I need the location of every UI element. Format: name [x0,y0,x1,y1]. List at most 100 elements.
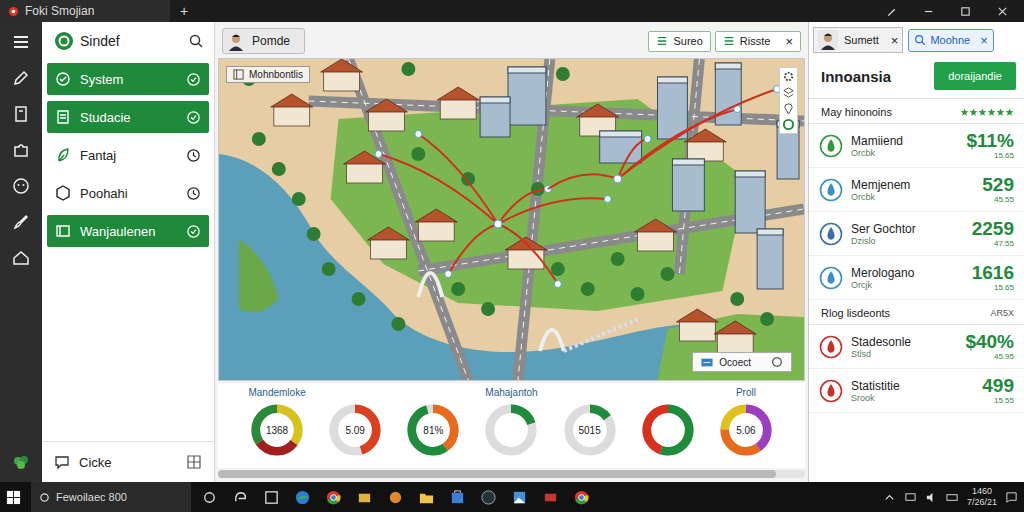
search-icon [914,34,926,46]
map-layer-label[interactable]: Mohnbontlis [226,66,310,83]
filter-chip[interactable]: Risste× [715,31,801,52]
stat-row[interactable]: StatistitieSrook49915.55 [809,369,1024,413]
pen-icon[interactable] [886,6,897,17]
pin-icon[interactable] [782,102,795,115]
horizontal-scrollbar[interactable] [218,470,805,478]
globe-icon[interactable] [294,489,311,506]
panel-toolbar: Sumett×Moohne× [809,22,1024,58]
new-tab-button[interactable]: + [170,3,198,19]
pen-icon[interactable] [11,68,31,88]
sidebar: SindefSystemStudacieFantajPoohahiWanjaul… [42,22,215,482]
chip-close-button[interactable]: × [785,35,793,48]
mode-chip[interactable]: Moohne× [908,29,993,52]
task-view-icon[interactable] [201,489,218,506]
home-icon[interactable] [11,248,31,268]
notification-icon[interactable] [1005,491,1018,504]
avatar-icon [226,31,246,51]
stat-icon [819,134,843,158]
gear-icon[interactable] [782,70,795,83]
map[interactable]: Mohnbontlis Ocoect [218,58,805,381]
plant-icon[interactable] [11,452,31,472]
brush-icon[interactable] [11,212,31,232]
locate-icon[interactable] [782,118,795,131]
map-canvas[interactable] [219,59,804,380]
building [480,97,510,137]
sidebar-item[interactable]: Wanjaulenen [47,215,209,247]
donut-gauge[interactable]: 1368 [248,401,306,459]
files-icon[interactable] [356,489,373,506]
mode-close-button[interactable]: × [980,34,988,47]
panel-action-button[interactable]: doraijandie [934,62,1016,90]
building [508,67,546,125]
item-status-icon [186,148,201,163]
stat-row[interactable]: MerologanoOrcjk161615.65 [809,256,1024,300]
building [757,229,783,289]
layers-icon[interactable] [782,86,795,99]
sidebar-item[interactable]: Studacie [47,101,209,133]
stat-row[interactable]: MemjenemOrcbk52945.55 [809,168,1024,212]
stat-row[interactable]: Ser GochtorDzislo225947.55 [809,212,1024,256]
connect-button[interactable]: Ocoect [692,352,792,372]
media-icon[interactable] [387,489,404,506]
user-chip[interactable]: Sumett× [813,27,903,53]
user-close-button[interactable]: × [891,34,899,47]
item-label: Poohahi [80,186,177,201]
donut-gauge[interactable]: 81% [404,401,462,459]
stat-detail: 45.95 [994,352,1014,361]
user-pill[interactable]: Pomde [222,28,305,54]
stat-row[interactable]: StadesonleStlsd$40%45.95 [809,325,1024,369]
browser-tab[interactable]: Foki Smojian [0,0,170,22]
stat-detail: 45.55 [994,195,1014,204]
mail-icon[interactable] [542,489,559,506]
house [437,87,479,119]
sidebar-footer[interactable]: Cicke [42,441,214,482]
stat-icon [819,178,843,202]
donut-gauge[interactable]: 5.06 [717,401,775,459]
clock-time: 1460 [972,486,992,497]
tree [307,227,321,241]
edge-icon[interactable] [232,489,249,506]
donut-value: 5015 [561,401,619,459]
stat-name: Statistitie [851,379,974,393]
document-icon[interactable] [11,104,31,124]
app-icon[interactable] [263,489,280,506]
windows-start-icon[interactable] [6,490,21,505]
stat-value: 1616 [972,263,1014,284]
filter-chip[interactable]: Sureo [648,31,710,52]
store-icon[interactable] [449,489,466,506]
donut-gauge[interactable] [482,401,540,459]
chevron-up-icon[interactable] [883,491,896,504]
puzzle-icon[interactable] [11,140,31,160]
donut-gauge[interactable] [639,401,697,459]
steam-icon[interactable] [480,489,497,506]
stat-values: $11%15.65 [966,131,1014,161]
chrome-icon[interactable] [325,489,342,506]
clock[interactable]: 14607/26/21 [967,486,997,508]
circle-icon[interactable] [771,356,783,368]
panel-title: Innoansia [821,68,891,85]
sidebar-item[interactable]: Fantaj [47,139,209,171]
donut-gauge[interactable]: 5.09 [326,401,384,459]
scroll-thumb[interactable] [218,470,776,478]
photos-icon[interactable] [511,489,528,506]
maximize-icon[interactable] [960,6,971,17]
face-icon[interactable] [11,176,31,196]
folder-icon[interactable] [418,489,435,506]
tree [252,132,266,146]
stat-name: Ser Gochtor [851,222,964,236]
network-icon[interactable] [904,491,917,504]
battery-icon[interactable] [946,491,959,504]
volume-icon[interactable] [925,491,938,504]
stat-row[interactable]: MamiiendOrcbk$11%15.65 [809,124,1024,168]
close-icon[interactable] [997,6,1008,17]
grid-icon[interactable] [186,454,202,470]
search-icon[interactable] [188,33,204,49]
donut-gauge[interactable]: 5015 [561,401,619,459]
sidebar-item[interactable]: Poohahi [47,177,209,209]
chrome-icon[interactable] [573,489,590,506]
building [735,171,765,233]
menu-icon[interactable] [11,32,31,52]
sidebar-item[interactable]: System [47,63,209,95]
minimize-icon[interactable] [923,6,934,17]
taskbar-search[interactable]: Fewoilaec 800 [31,482,191,512]
